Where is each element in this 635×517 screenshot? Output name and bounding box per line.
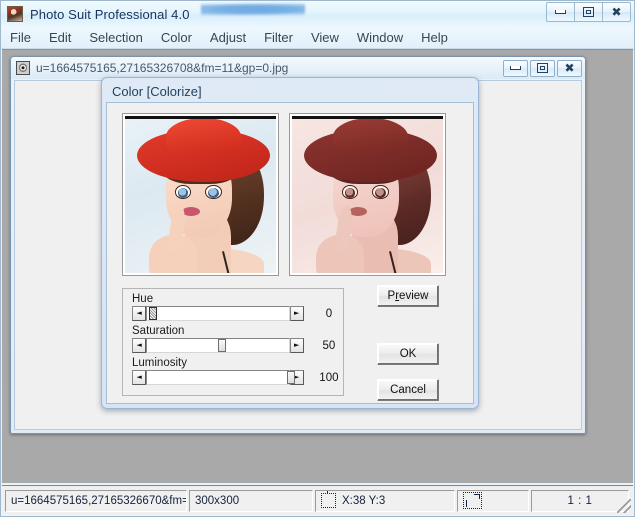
document-minimize-button[interactable] [503,59,528,77]
menu-item-edit[interactable]: Edit [40,28,80,48]
image-dimensions-icon [463,492,482,509]
document-title: u=1664575165,27165326708&fm=11&gp=0.jpg [36,61,289,75]
maximize-button[interactable] [574,2,603,22]
luminosity-label: Luminosity [132,357,187,369]
statusbar-dimensions-panel [457,489,529,512]
titlebar-gloss [201,3,305,16]
hue-increment-button[interactable]: ► [289,306,304,321]
close-icon: ✖ [564,61,575,75]
luminosity-decrement-button[interactable]: ◄ [132,370,147,385]
statusbar-cursor-coords: X:38 Y:3 [315,489,455,512]
preview-button[interactable]: Preview [377,285,439,307]
hue-label: Hue [132,293,154,305]
menubar: File Edit Selection Color Adjust Filter … [1,27,634,49]
hue-value: 0 [325,307,333,320]
luminosity-slider-thumb[interactable] [287,371,296,384]
portrait-artwork-colorized [292,116,443,273]
app-photo-icon [7,6,23,22]
document-close-button[interactable]: ✖ [557,59,582,77]
preview-before [122,113,279,276]
preview-button-label: Preview [387,290,429,302]
adjustment-sliders-panel: Hue ◄ ► 0 Saturation ◄ ► 50 Luminosity ◄… [122,288,344,396]
menu-item-selection[interactable]: Selection [80,28,151,48]
minimize-icon [510,66,521,70]
statusbar: u=1664575165,27165326670&fm=11&gp=0 300x… [2,485,633,515]
resize-grip[interactable] [617,499,631,513]
selection-marquee-icon [321,490,336,508]
menu-item-view[interactable]: View [302,28,348,48]
slider-row-hue: Hue ◄ ► 0 [123,293,343,321]
preview-top-edge [292,116,443,119]
luminosity-value: 100 [319,371,339,384]
statusbar-filename: u=1664575165,27165326670&fm=11&gp=0 [5,489,187,512]
saturation-decrement-button[interactable]: ◄ [132,338,147,353]
slider-row-luminosity: Luminosity ◄ ► 100 [123,357,343,385]
hue-slider-thumb[interactable] [149,307,158,320]
image-document-icon [16,61,30,75]
portrait-artwork-original [125,116,276,273]
statusbar-zoom-ratio: 1 : 1 [531,489,629,512]
menu-item-adjust[interactable]: Adjust [201,28,255,48]
ok-button[interactable]: OK [377,343,439,365]
mdi-client-area: u=1664575165,27165326708&fm=11&gp=0.jpg … [2,49,633,483]
hue-slider-track[interactable] [146,306,290,321]
dialog-title: Color [Colorize] [112,84,202,99]
saturation-label: Saturation [132,325,185,337]
slider-row-saturation: Saturation ◄ ► 50 [123,325,343,353]
statusbar-image-size: 300x300 [189,489,313,512]
saturation-increment-button[interactable]: ► [289,338,304,353]
document-maximize-button[interactable] [530,59,555,77]
preview-pair [122,113,446,276]
application-window: Photo Suit Professional 4.0 ✖ File Edit … [0,0,635,517]
saturation-value: 50 [322,339,336,352]
menu-item-file[interactable]: File [1,28,40,48]
color-colorize-dialog: Color [Colorize] Hue ◄ ► 0 Saturation ◄ … [101,77,479,409]
hue-decrement-button[interactable]: ◄ [132,306,147,321]
menu-item-window[interactable]: Window [348,28,412,48]
minimize-button[interactable] [546,2,575,22]
saturation-slider-thumb[interactable] [218,339,227,352]
maximize-icon [537,63,548,73]
main-titlebar: Photo Suit Professional 4.0 ✖ [1,1,634,27]
preview-after-image [292,116,443,273]
preview-top-edge [125,116,276,119]
luminosity-slider-track[interactable] [146,370,296,385]
preview-before-image [125,116,276,273]
document-titlebar: u=1664575165,27165326708&fm=11&gp=0.jpg … [11,57,585,79]
window-caption-buttons: ✖ [546,2,631,22]
maximize-icon [583,7,594,17]
preview-after [289,113,446,276]
close-icon: ✖ [611,5,622,19]
app-title: Photo Suit Professional 4.0 [30,6,190,22]
dialog-body: Hue ◄ ► 0 Saturation ◄ ► 50 Luminosity ◄… [106,102,474,404]
close-button[interactable]: ✖ [602,2,631,22]
menu-item-filter[interactable]: Filter [255,28,302,48]
menu-item-color[interactable]: Color [152,28,201,48]
document-caption-buttons: ✖ [501,59,582,77]
cancel-button[interactable]: Cancel [377,379,439,401]
minimize-icon [555,10,566,14]
statusbar-coords-text: X:38 Y:3 [342,494,386,507]
menu-item-help[interactable]: Help [412,28,457,48]
saturation-slider-track[interactable] [146,338,290,353]
